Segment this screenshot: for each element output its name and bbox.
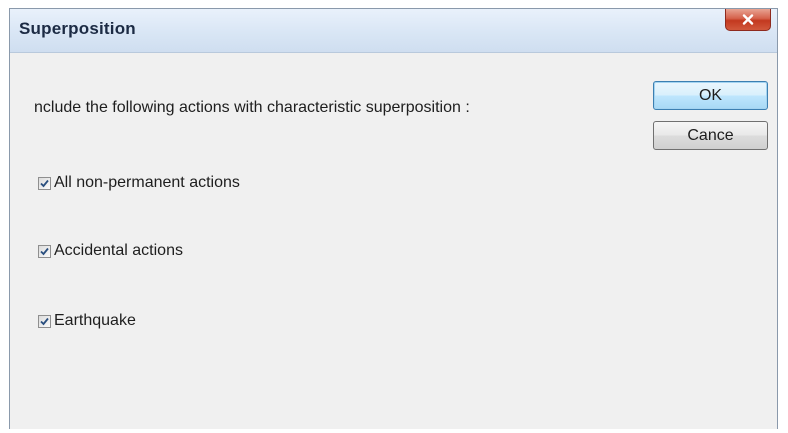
title-bar[interactable]: Superposition [10, 9, 777, 53]
option-earthquake[interactable]: Earthquake [38, 312, 136, 330]
superposition-dialog: Superposition nclude the following actio… [9, 8, 778, 429]
check-mark-icon [40, 179, 49, 187]
non-permanent-actions-checkbox[interactable] [38, 176, 51, 190]
dialog-body: nclude the following actions with charac… [10, 53, 777, 429]
close-button[interactable] [725, 9, 771, 31]
accidental-actions-checkbox[interactable] [38, 244, 51, 258]
check-mark-icon [40, 247, 49, 255]
dialog-title: Superposition [19, 19, 136, 38]
ok-button[interactable]: OK [653, 81, 768, 110]
option-accidental-actions[interactable]: Accidental actions [38, 242, 183, 260]
earthquake-label: Earthquake [54, 312, 136, 329]
option-non-permanent-actions[interactable]: All non-permanent actions [38, 174, 240, 192]
cancel-button[interactable]: Cance [653, 121, 768, 150]
check-mark-icon [40, 317, 49, 325]
instruction-label: nclude the following actions with charac… [34, 99, 470, 116]
close-icon [742, 14, 754, 25]
accidental-actions-label: Accidental actions [54, 242, 183, 259]
earthquake-checkbox[interactable] [38, 314, 51, 328]
non-permanent-actions-label: All non-permanent actions [54, 174, 240, 191]
